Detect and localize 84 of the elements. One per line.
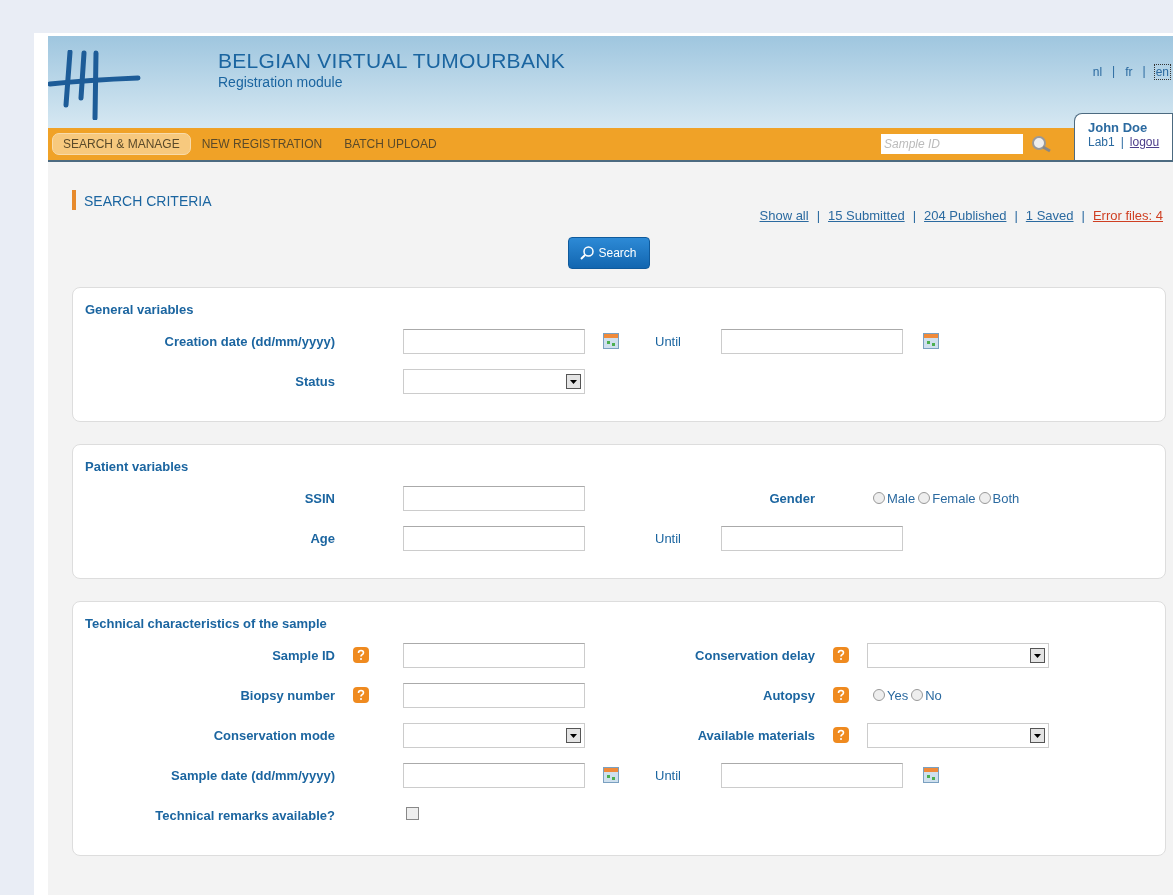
section-title: Technical characteristics of the sample bbox=[85, 616, 328, 631]
calendar-icon[interactable] bbox=[603, 767, 619, 783]
search-icon bbox=[579, 245, 596, 261]
text-field[interactable] bbox=[403, 642, 585, 668]
search-field[interactable]: Sample ID bbox=[881, 134, 1023, 154]
field-label: Available materials bbox=[696, 727, 815, 743]
field-label: Sample ID bbox=[271, 647, 335, 663]
dropdown[interactable] bbox=[867, 722, 1049, 748]
language-link[interactable]: nl bbox=[1090, 64, 1105, 80]
radio-option[interactable]: Yes bbox=[873, 687, 909, 703]
nav-tab[interactable]: SEARCH & MANAGE bbox=[52, 133, 191, 155]
date-field[interactable] bbox=[721, 328, 903, 354]
caret-icon bbox=[566, 727, 581, 743]
date-field[interactable] bbox=[403, 328, 585, 354]
field-label: Until bbox=[655, 530, 682, 546]
text-field[interactable] bbox=[403, 682, 585, 708]
separator: | bbox=[1120, 135, 1124, 149]
logout-link[interactable]: logou bbox=[1129, 135, 1160, 149]
field-label: Gender bbox=[768, 490, 815, 506]
dropdown[interactable] bbox=[403, 368, 585, 394]
calendar-icon[interactable] bbox=[923, 333, 939, 349]
user-name: John Doe bbox=[1088, 120, 1149, 135]
help-icon[interactable] bbox=[353, 647, 369, 663]
search-icon[interactable] bbox=[1031, 135, 1053, 153]
help-icon[interactable] bbox=[833, 687, 849, 703]
radio-option[interactable]: Male bbox=[873, 490, 916, 506]
date-field[interactable] bbox=[403, 762, 585, 788]
text-field[interactable] bbox=[403, 485, 585, 511]
radio-icon[interactable] bbox=[873, 689, 885, 701]
help-icon[interactable] bbox=[833, 727, 849, 743]
caret-icon bbox=[566, 373, 581, 389]
dropdown[interactable] bbox=[403, 722, 585, 748]
field-label: Autopsy bbox=[762, 687, 815, 703]
section-title: Patient variables bbox=[85, 459, 190, 474]
nav-tab[interactable]: NEW REGISTRATION bbox=[190, 133, 334, 155]
app-title: BELGIAN VIRTUAL TUMOURBANK bbox=[218, 49, 565, 73]
text-field[interactable] bbox=[403, 525, 585, 551]
field-label: Until bbox=[655, 767, 682, 783]
separator: | bbox=[1014, 208, 1018, 223]
field-label: Status bbox=[294, 373, 335, 389]
radio-option[interactable]: Both bbox=[978, 490, 1020, 506]
field-label: Conservation delay bbox=[694, 647, 815, 663]
separator: | bbox=[912, 208, 917, 223]
field-label: Creation date (dd/mm/yyyy) bbox=[163, 333, 335, 349]
page-title: SEARCH CRITERIA bbox=[72, 190, 1173, 210]
date-field[interactable] bbox=[721, 762, 903, 788]
filter-link[interactable]: 204 Published bbox=[924, 208, 1007, 223]
radio-icon[interactable] bbox=[911, 689, 924, 701]
field-label: Technical remarks available? bbox=[154, 807, 335, 823]
filter-link[interactable]: 15 Submitted bbox=[828, 208, 905, 223]
separator: | bbox=[816, 208, 821, 223]
search-button[interactable]: Search bbox=[568, 237, 650, 269]
help-icon[interactable] bbox=[353, 687, 369, 703]
language-link[interactable]: fr bbox=[1123, 64, 1135, 80]
separator: | bbox=[1142, 64, 1146, 80]
text-field[interactable] bbox=[721, 525, 903, 551]
field-label: SSIN bbox=[303, 490, 335, 506]
field-label: Biopsy number bbox=[239, 687, 335, 703]
lab-name: Lab1 bbox=[1088, 135, 1115, 149]
field-label: Conservation mode bbox=[212, 727, 335, 743]
radio-icon[interactable] bbox=[918, 492, 931, 504]
radio-icon[interactable] bbox=[978, 492, 991, 504]
checkbox[interactable] bbox=[406, 807, 419, 820]
filter-link[interactable]: 1 Saved bbox=[1025, 208, 1074, 223]
field-label: Sample date (dd/mm/yyyy) bbox=[170, 767, 335, 783]
caret-icon bbox=[1030, 727, 1045, 743]
field-label: Until bbox=[655, 333, 682, 349]
field-label: Age bbox=[309, 530, 335, 546]
radio-option[interactable]: Female bbox=[918, 490, 976, 506]
section-title: General variables bbox=[85, 302, 195, 317]
filter-link[interactable]: Show all bbox=[759, 208, 809, 223]
radio-icon[interactable] bbox=[873, 492, 885, 504]
nav-tab[interactable]: BATCH UPLOAD bbox=[333, 133, 448, 155]
separator: | bbox=[1112, 64, 1116, 80]
radio-option[interactable]: No bbox=[911, 687, 942, 703]
calendar-icon[interactable] bbox=[603, 333, 619, 349]
calendar-icon[interactable] bbox=[923, 767, 939, 783]
separator: | bbox=[1081, 208, 1085, 223]
filter-link[interactable]: Error files: 4 bbox=[1092, 208, 1163, 223]
caret-icon bbox=[1030, 647, 1045, 663]
help-icon[interactable] bbox=[833, 647, 849, 663]
dropdown[interactable] bbox=[867, 642, 1049, 668]
language-link[interactable]: en bbox=[1153, 64, 1171, 80]
app-subtitle: Registration module bbox=[218, 74, 344, 90]
